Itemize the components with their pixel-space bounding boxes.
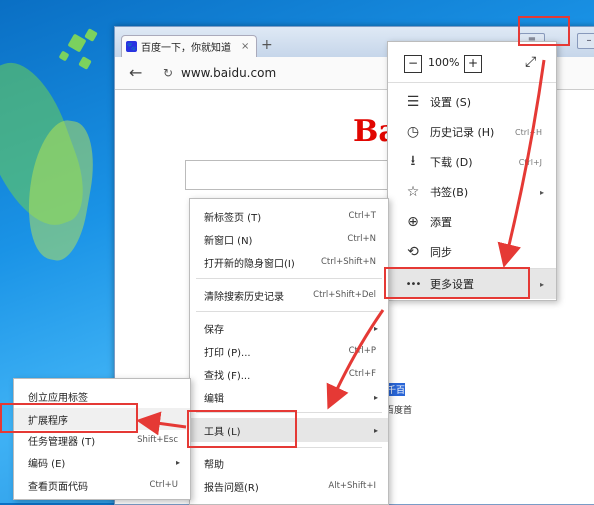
zoom-row: − 100% + ⤢ xyxy=(388,48,556,78)
menu-item-new-window[interactable]: 新窗口 (N) Ctrl+N xyxy=(190,228,388,250)
menu-item-label: 查找 (F)... xyxy=(204,370,251,382)
minimize-button[interactable]: – xyxy=(577,33,594,49)
menu-item-edit[interactable]: 编辑 ▸ xyxy=(190,386,388,408)
menu-item-shortcut: Ctrl+Shift+N xyxy=(320,257,376,267)
menu-item-add[interactable]: ⊕ 添置 xyxy=(388,207,556,237)
highlight-menu-button xyxy=(518,16,570,46)
zoom-level: 100% xyxy=(428,56,460,69)
menu-item-report-issue[interactable]: 报告问题(R) Alt+Shift+I xyxy=(190,475,388,497)
menu-item-label: 历史记录 (H) xyxy=(430,126,495,139)
menu-item-history[interactable]: ◷ 历史记录 (H) Ctrl+H xyxy=(388,117,556,147)
hot-link[interactable]: 千百 xyxy=(387,383,406,396)
homepage-link[interactable]: 百度首 xyxy=(385,403,412,416)
baidu-favicon-icon: 🐾 xyxy=(126,41,137,52)
chevron-right-icon: ▸ xyxy=(373,323,378,333)
menu-item-label: 新窗口 (N) xyxy=(204,235,253,247)
menu-item-shortcut: Ctrl+F xyxy=(348,369,376,379)
reload-icon[interactable]: ↻ xyxy=(163,66,173,80)
menu-item-help[interactable]: 帮助 xyxy=(190,452,388,474)
star-icon: ☆ xyxy=(406,184,420,200)
menu-item-print[interactable]: 打印 (P)... Ctrl+P xyxy=(190,340,388,362)
menu-item-shortcut: Shift+Esc xyxy=(137,435,178,445)
plus-circle-icon: ⊕ xyxy=(407,214,419,230)
address-input[interactable]: www.baidu.com xyxy=(181,66,276,80)
menu-item-incognito[interactable]: 打开新的隐身窗口(I) Ctrl+Shift+N xyxy=(190,251,388,273)
menu-item-label: 编码 (E) xyxy=(28,458,66,470)
menu-item-label: 添置 xyxy=(430,216,452,229)
menu-item-label: 任务管理器 (T) xyxy=(28,436,96,448)
fullscreen-icon[interactable]: ⤢ xyxy=(525,54,536,70)
clock-icon: ◷ xyxy=(406,124,420,140)
menu-item-shortcut: Alt+Shift+I xyxy=(328,481,376,491)
menu-item-shortcut: Ctrl+Shift+Del xyxy=(313,290,376,300)
settings-sliders-icon: ☰ xyxy=(406,94,420,110)
sync-icon: ⟲ xyxy=(407,244,419,260)
new-tab-button[interactable]: + xyxy=(261,37,273,53)
chevron-right-icon: ▸ xyxy=(539,279,544,289)
menu-item-label: 清除搜索历史记录 xyxy=(204,291,284,303)
menu-item-label: 同步 xyxy=(430,246,452,259)
menu-item-clear-history[interactable]: 清除搜索历史记录 Ctrl+Shift+Del xyxy=(190,284,388,306)
highlight-tools xyxy=(187,410,297,448)
zoom-in-button[interactable]: + xyxy=(464,55,482,73)
menu-item-label: 新标签页 (T) xyxy=(204,212,262,224)
menu-item-shortcut: Ctrl+P xyxy=(348,346,376,356)
menu-item-shortcut: Ctrl+J xyxy=(518,157,542,167)
zoom-out-button[interactable]: − xyxy=(404,55,422,73)
menu-item-new-tab[interactable]: 新标签页 (T) Ctrl+T xyxy=(190,205,388,227)
chevron-right-icon: ▸ xyxy=(373,425,378,435)
menu-item-shortcut: Ctrl+T xyxy=(348,211,376,221)
menu-item-settings[interactable]: ☰ 设置 (S) xyxy=(388,87,556,117)
back-arrow-icon[interactable]: ← xyxy=(129,63,142,82)
menu-item-label: 查看页面代码 xyxy=(28,481,88,493)
highlight-more-settings xyxy=(384,267,530,299)
menu-item-label: 书签(B) xyxy=(430,186,469,199)
chevron-right-icon: ▸ xyxy=(175,457,180,467)
menu-item-encoding[interactable]: 编码 (E) ▸ xyxy=(14,451,190,473)
menu-item-label: 设置 (S) xyxy=(430,96,472,109)
tab-title: 百度一下，你就知道 xyxy=(141,43,231,54)
menu-item-label: 帮助 xyxy=(204,459,224,471)
tools-submenu: 创立应用标签 扩展程序 任务管理器 (T) Shift+Esc 编码 (E) ▸… xyxy=(13,378,191,500)
chevron-right-icon: ▸ xyxy=(539,187,544,197)
chevron-right-icon: ▸ xyxy=(373,392,378,402)
menu-item-shortcut: Ctrl+H xyxy=(515,127,542,137)
menu-item-label: 打开新的隐身窗口(I) xyxy=(204,258,295,270)
menu-item-bookmarks[interactable]: ☆ 书签(B) ▸ xyxy=(388,177,556,207)
menu-item-label: 下载 (D) xyxy=(430,156,473,169)
menu-item-label: 报告问题(R) xyxy=(204,482,259,494)
menu-item-label: 打印 (P)... xyxy=(204,347,251,359)
browser-main-menu: − 100% + ⤢ ☰ 设置 (S) ◷ 历史记录 (H) Ctrl+H ⭳ … xyxy=(387,41,557,301)
menu-item-view-source[interactable]: 查看页面代码 Ctrl+U xyxy=(14,474,190,496)
menu-item-label: 创立应用标签 xyxy=(28,392,88,404)
menu-item-label: 编辑 xyxy=(204,393,224,405)
highlight-extensions xyxy=(0,403,138,433)
menu-item-label: 保存 xyxy=(204,324,224,336)
menu-item-shortcut: Ctrl+U xyxy=(149,480,178,490)
menu-item-shortcut: Ctrl+N xyxy=(347,234,376,244)
menu-item-find[interactable]: 查找 (F)... Ctrl+F xyxy=(190,363,388,385)
menu-item-save[interactable]: 保存 ▸ xyxy=(190,317,388,339)
tab-close-icon[interactable]: × xyxy=(241,41,249,52)
more-settings-submenu: 新标签页 (T) Ctrl+T 新窗口 (N) Ctrl+N 打开新的隐身窗口(… xyxy=(189,198,389,505)
menu-item-sync[interactable]: ⟲ 同步 xyxy=(388,237,556,267)
download-icon: ⭳ xyxy=(410,153,416,169)
menu-item-downloads[interactable]: ⭳ 下载 (D) Ctrl+J xyxy=(388,147,556,177)
tab-baidu[interactable]: 🐾 百度一下，你就知道 × xyxy=(121,35,257,57)
